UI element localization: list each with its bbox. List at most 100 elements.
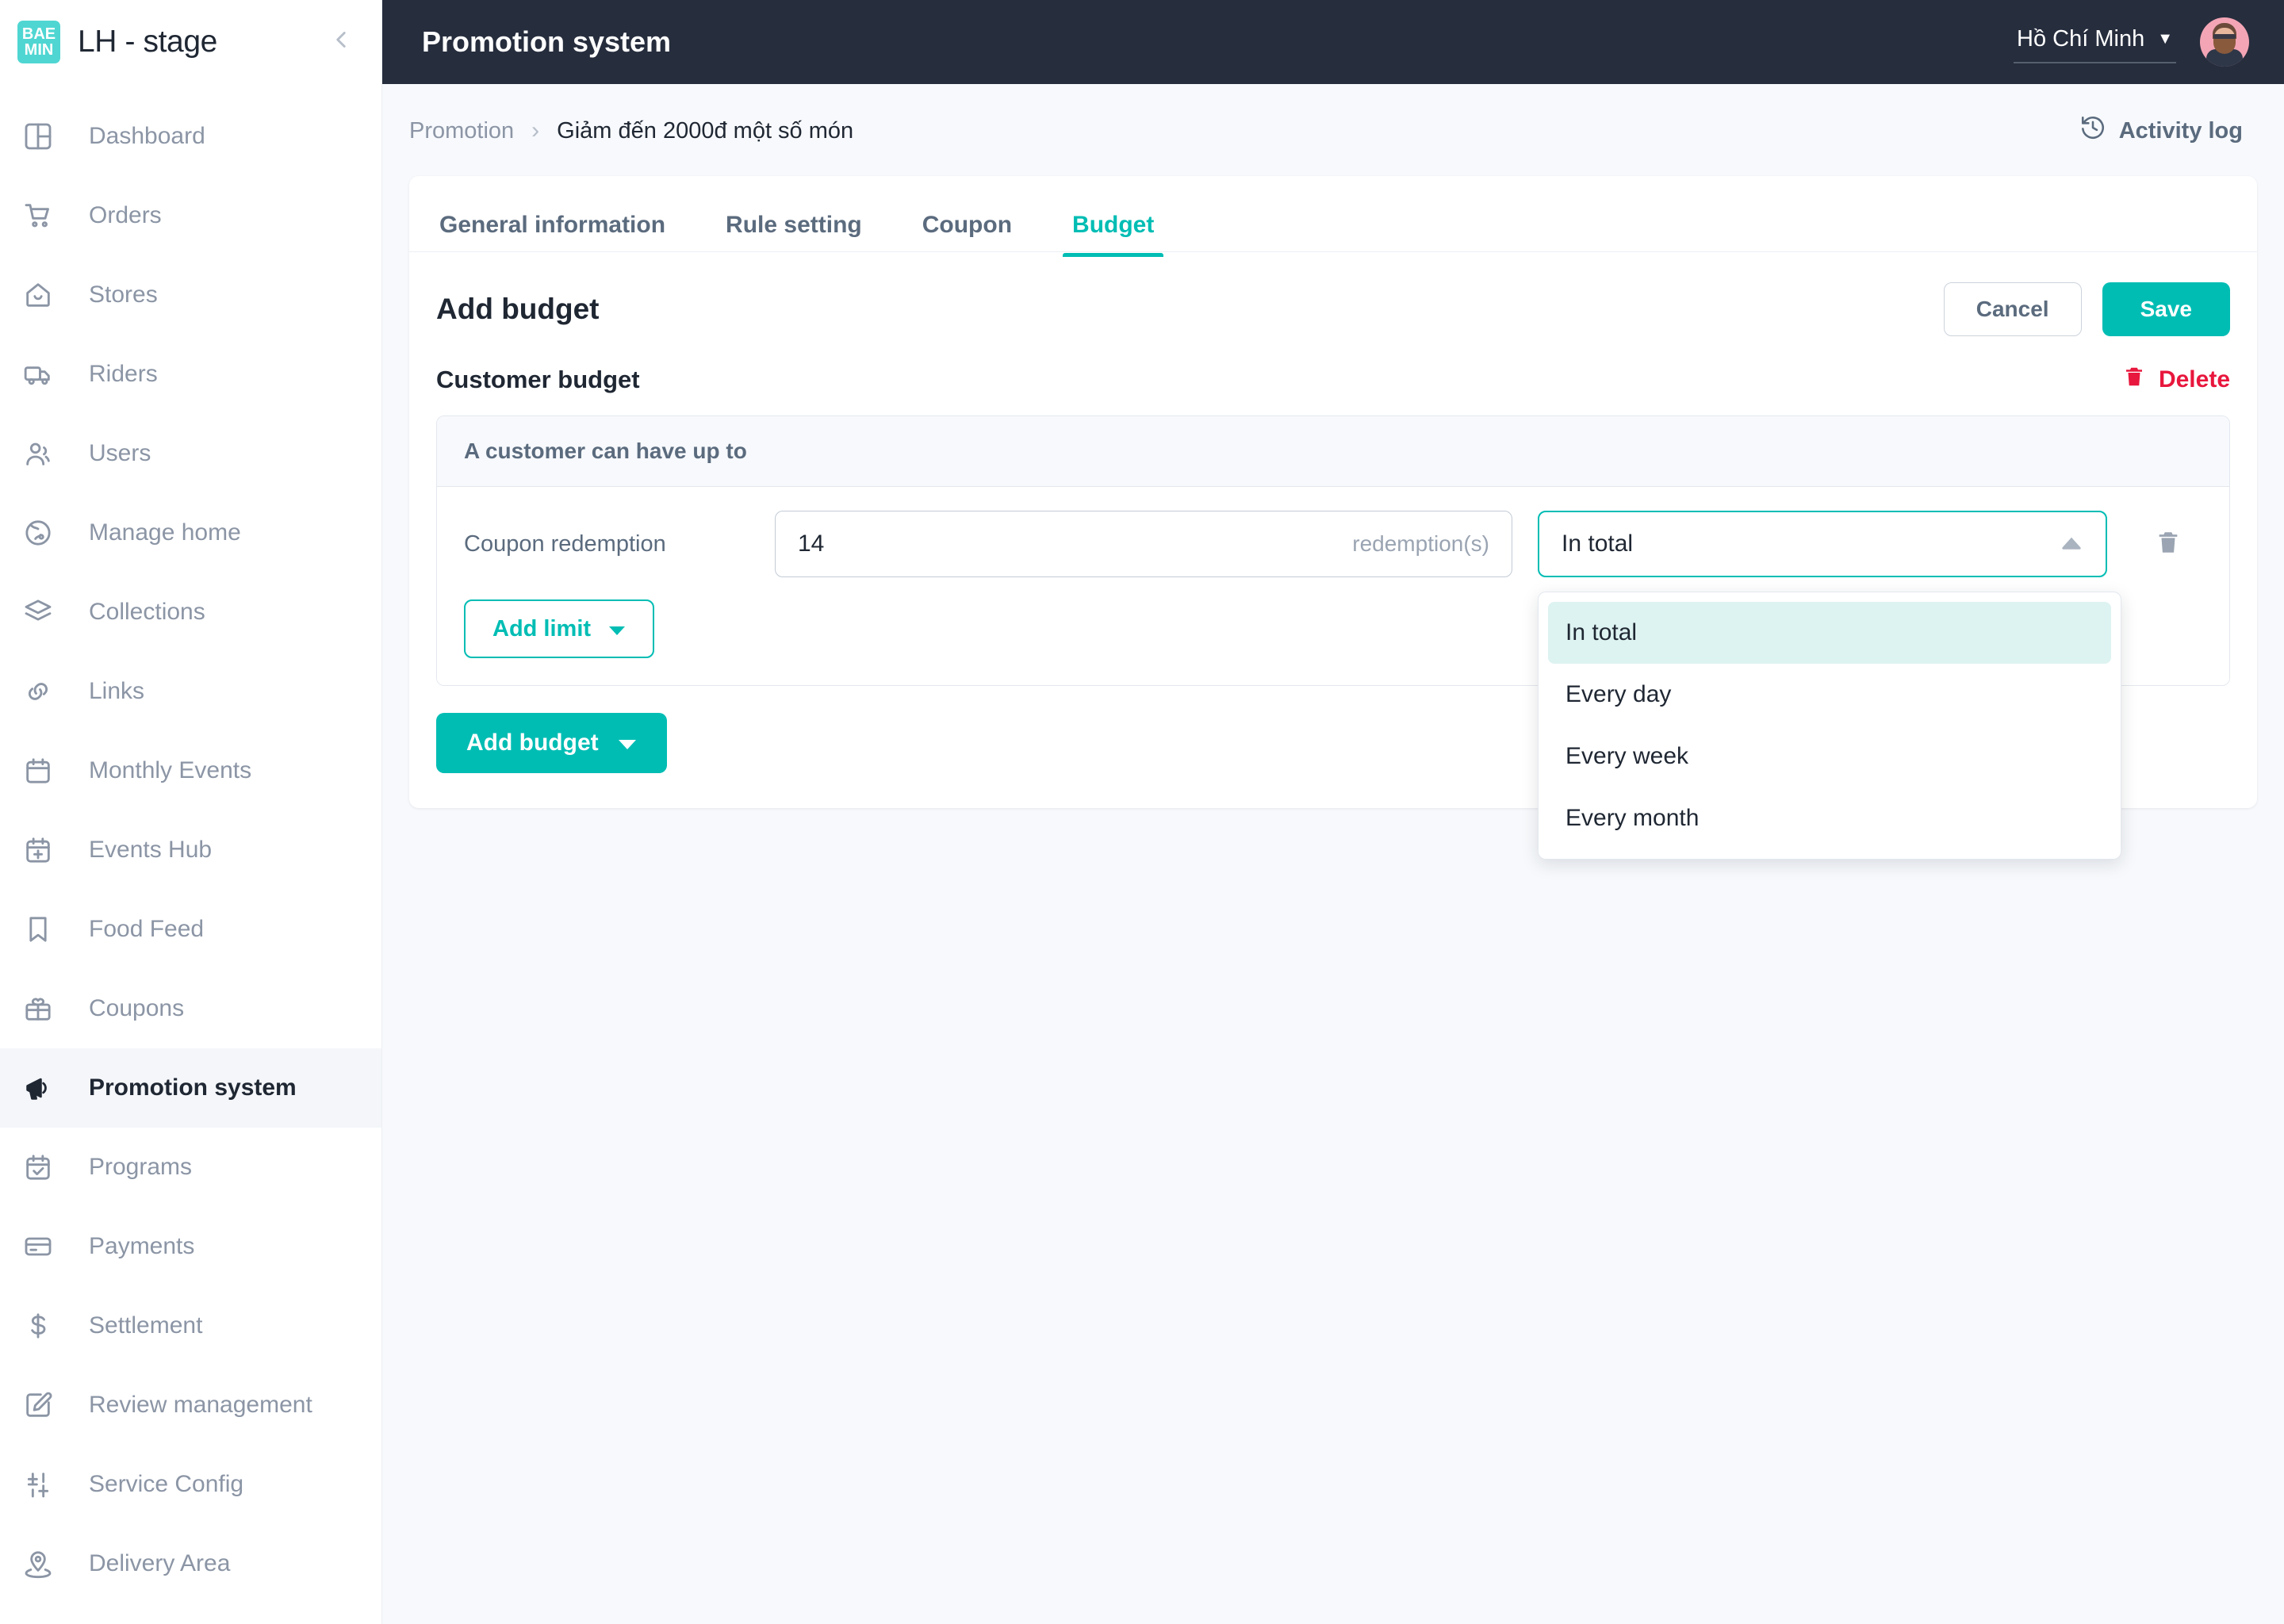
logo-line-1: BAE [21, 25, 56, 43]
map-pin-icon [22, 1548, 73, 1580]
card-header: Add budget Cancel Save [409, 252, 2257, 336]
sidebar-item-events-hub[interactable]: Events Hub [0, 810, 381, 890]
remove-limit-row-button[interactable] [2155, 529, 2182, 560]
calendar-plus-icon [22, 834, 73, 866]
add-budget-button[interactable]: Add budget [436, 713, 667, 773]
sidebar-item-promotion-system[interactable]: Promotion system [0, 1048, 381, 1128]
sidebar-item-label: Dashboard [89, 123, 205, 149]
section-title: Customer budget [436, 366, 640, 393]
period-option-every-week[interactable]: Every week [1548, 726, 2111, 787]
card-actions: Cancel Save [1943, 282, 2230, 336]
sidebar-item-label: Coupons [89, 995, 185, 1021]
sidebar-item-manage-home[interactable]: Manage home [0, 493, 381, 573]
avatar[interactable] [2200, 17, 2249, 67]
delete-budget-button[interactable]: Delete [2122, 365, 2230, 395]
logo-line-2: MIN [24, 41, 54, 59]
sidebar-item-stores[interactable]: Stores [0, 255, 381, 335]
sidebar-item-food-feed[interactable]: Food Feed [0, 890, 381, 969]
sidebar-item-riders[interactable]: Riders [0, 335, 381, 414]
edit-square-icon [22, 1389, 73, 1421]
clock-rewind-icon [2079, 114, 2119, 147]
sidebar-item-coupons[interactable]: Coupons [0, 969, 381, 1048]
redemption-amount-field[interactable]: redemption(s) [775, 511, 1512, 577]
tab-general-information[interactable]: General information [436, 212, 669, 256]
layers-icon [22, 596, 73, 628]
sidebar-item-label: Users [89, 440, 151, 466]
tab-coupon[interactable]: Coupon [919, 212, 1015, 256]
tab-rule-setting[interactable]: Rule setting [722, 212, 865, 256]
sidebar-item-delivery-area[interactable]: Delivery Area [0, 1524, 381, 1603]
breadcrumb-parent[interactable]: Promotion [409, 118, 514, 144]
calendar-check-icon [22, 1151, 73, 1183]
card-title: Add budget [436, 293, 600, 325]
users-icon [22, 438, 73, 469]
tab-bar: General information Rule setting Coupon Bud… [409, 176, 2257, 257]
sidebar-item-orders[interactable]: Orders [0, 176, 381, 255]
customer-budget-panel: A customer can have up to Coupon redempt… [436, 416, 2230, 860]
period-option-every-day[interactable]: Every day [1548, 664, 2111, 726]
bookmark-icon [22, 914, 73, 945]
sidebar: BAE MIN LH - stage Dashboard Orders Stores… [0, 0, 382, 1624]
sidebar-item-label: Service Config [89, 1471, 244, 1497]
gift-icon [22, 993, 73, 1025]
topbar-right: Hồ Chí Minh ▼ [2014, 17, 2249, 67]
sidebar-item-users[interactable]: Users [0, 414, 381, 493]
panel-body: Coupon redemption redemption(s) In total [437, 487, 2229, 860]
period-dropdown: In total Every day Every week Every month [1538, 592, 2121, 860]
period-option-every-month[interactable]: Every month [1548, 787, 2111, 849]
sidebar-item-label: Settlement [89, 1312, 203, 1339]
budget-card: General information Rule setting Coupon Bud… [409, 176, 2257, 860]
cancel-button[interactable]: Cancel [1943, 282, 2082, 336]
app-root: BAE MIN LH - stage Dashboard Orders Stores… [0, 0, 2284, 1624]
sidebar-item-settlement[interactable]: Settlement [0, 1286, 381, 1365]
save-button[interactable]: Save [2102, 282, 2230, 336]
breadcrumb-current: Giảm đến 2000đ một số món [557, 117, 854, 144]
tab-budget[interactable]: Budget [1063, 212, 1164, 257]
cart-icon [22, 200, 73, 232]
redemption-amount-input[interactable] [798, 530, 1353, 557]
sidebar-item-label: Collections [89, 599, 205, 625]
period-select[interactable]: In total [1538, 511, 2107, 577]
sidebar-item-label: Payments [89, 1233, 195, 1259]
dollar-icon [22, 1310, 73, 1342]
sidebar-item-collections[interactable]: Collections [0, 573, 381, 652]
limit-row: Coupon redemption redemption(s) In total [464, 511, 2202, 860]
city-selector-label: Hồ Chí Minh [2017, 25, 2145, 52]
breadcrumb: Promotion › Giảm đến 2000đ một số món Ac… [382, 84, 2284, 147]
chevron-down-icon: ▼ [2157, 29, 2173, 48]
card-icon [22, 1231, 73, 1262]
add-budget-label: Add budget [466, 730, 599, 756]
sidebar-item-programs[interactable]: Programs [0, 1128, 381, 1207]
sidebar-item-payments[interactable]: Payments [0, 1207, 381, 1286]
chevron-left-icon[interactable] [328, 26, 354, 59]
sidebar-item-label: Events Hub [89, 837, 213, 863]
store-icon [22, 279, 73, 311]
city-selector[interactable]: Hồ Chí Minh ▼ [2014, 21, 2176, 63]
add-limit-button[interactable]: Add limit [464, 599, 655, 658]
activity-log-label: Activity log [2118, 117, 2243, 144]
sidebar-item-label: Monthly Events [89, 757, 252, 783]
redemption-amount-suffix: redemption(s) [1352, 531, 1489, 556]
sidebar-item-label: Links [89, 678, 145, 704]
sidebar-item-review-management[interactable]: Review management [0, 1365, 381, 1445]
megaphone-icon [22, 1072, 73, 1104]
truck-icon [22, 358, 73, 390]
sidebar-item-label: Orders [89, 202, 162, 228]
sidebar-item-label: Food Feed [89, 916, 205, 942]
avatar-glasses [2213, 34, 2236, 39]
sidebar-item-service-config[interactable]: Service Config [0, 1445, 381, 1524]
caret-down-icon [618, 730, 637, 756]
caret-down-icon [608, 616, 626, 642]
sidebar-item-label: Riders [89, 361, 158, 387]
main-area: Promotion system Hồ Chí Minh ▼ Promotion [382, 0, 2284, 1624]
sidebar-item-links[interactable]: Links [0, 652, 381, 731]
period-option-in-total[interactable]: In total [1548, 602, 2111, 664]
link-icon [22, 676, 73, 707]
sidebar-item-monthly-events[interactable]: Monthly Events [0, 731, 381, 810]
dashboard-icon [22, 121, 73, 152]
sidebar-item-dashboard[interactable]: Dashboard [0, 97, 381, 176]
activity-log-button[interactable]: Activity log [2079, 114, 2243, 147]
sidebar-item-label: Programs [89, 1154, 193, 1180]
globe-icon [22, 517, 73, 549]
page-title: Promotion system [422, 25, 672, 58]
